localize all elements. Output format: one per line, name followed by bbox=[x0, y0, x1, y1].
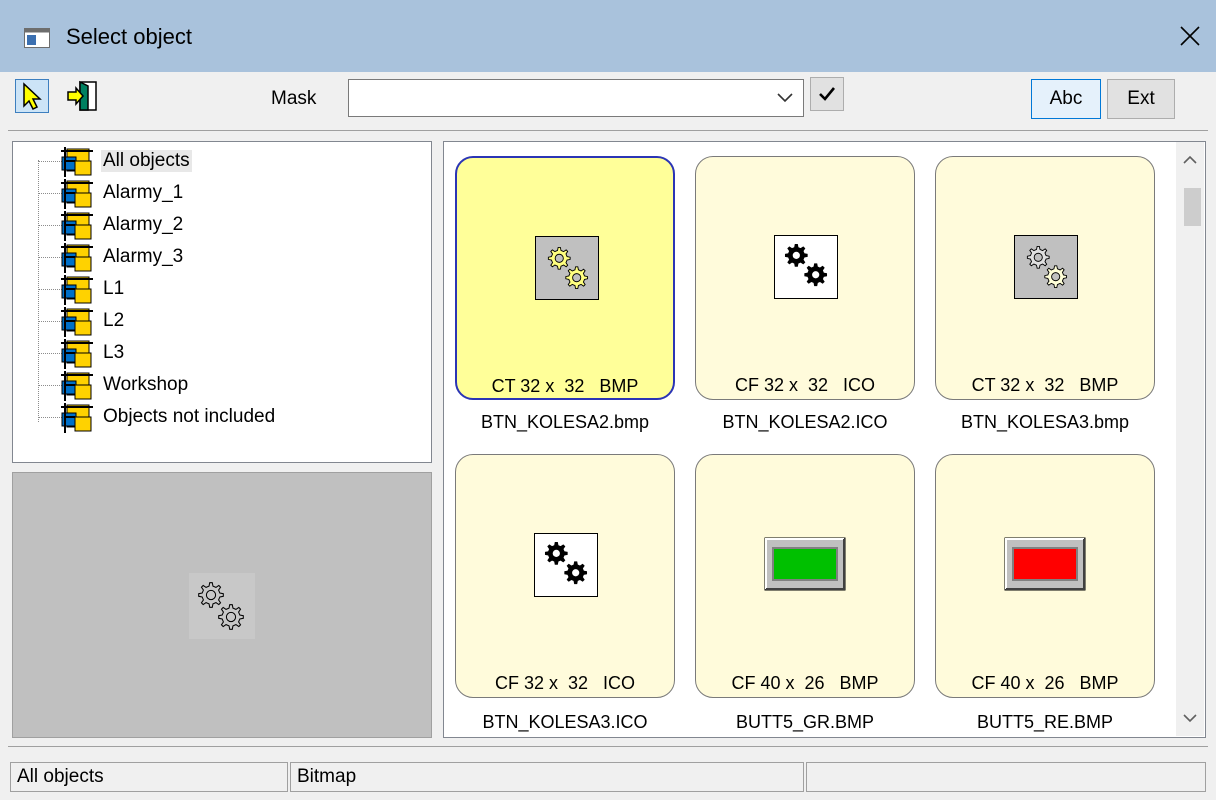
folder-node-icon bbox=[61, 339, 94, 369]
toolbar: Mask Abc Ext bbox=[0, 72, 1216, 128]
tree-item-objects-not-included[interactable]: Objects not included bbox=[13, 402, 413, 433]
folder-node-icon bbox=[61, 179, 94, 209]
folder-node-icon bbox=[61, 243, 94, 273]
tree-item-label: L1 bbox=[103, 278, 125, 299]
scroll-up-icon[interactable] bbox=[1180, 150, 1200, 170]
toolbar-divider bbox=[8, 130, 1208, 131]
tree-item-label: Alarmy_3 bbox=[103, 246, 184, 267]
tile-info: CF 40 x 26 BMP bbox=[731, 673, 879, 693]
chevron-down-icon[interactable] bbox=[775, 90, 795, 106]
category-tree[interactable]: All objects Alarmy_1 Alarmy_2 Alarmy_3 L… bbox=[12, 141, 432, 463]
red-button-icon bbox=[1004, 537, 1086, 591]
tree-item-alarmy-2[interactable]: Alarmy_2 bbox=[13, 210, 413, 241]
enter-tool-button[interactable] bbox=[66, 79, 100, 113]
tile-info: CF 32 x 32 ICO bbox=[734, 375, 876, 395]
tree-item-alarmy-1[interactable]: Alarmy_1 bbox=[13, 178, 413, 209]
window-icon bbox=[24, 28, 50, 48]
arrow-pointer-icon bbox=[23, 82, 42, 111]
mask-input[interactable] bbox=[349, 80, 759, 116]
enter-door-icon bbox=[67, 80, 97, 111]
tile-filename: BTN_KOLESA2.ICO bbox=[722, 412, 888, 432]
tile-info: CT 32 x 32 BMP bbox=[491, 376, 639, 396]
tree-item-label: Objects not included bbox=[103, 406, 276, 427]
scrollbar-thumb[interactable] bbox=[1184, 188, 1201, 226]
tile-filename: BUTT5_RE.BMP bbox=[976, 712, 1114, 732]
status-divider bbox=[8, 746, 1208, 747]
object-tile-btn-kolesa3-ico[interactable]: CF 32 x 32 ICO bbox=[455, 454, 675, 698]
tile-filename: BTN_KOLESA3.ICO bbox=[482, 712, 648, 732]
grid-scrollbar[interactable] bbox=[1176, 142, 1204, 736]
gears-yellow-icon bbox=[535, 236, 599, 300]
title-bar: Select object bbox=[0, 0, 1216, 72]
tree-item-all-objects[interactable]: All objects bbox=[13, 146, 413, 177]
object-tile-butt5-gr[interactable]: CF 40 x 26 BMP bbox=[695, 454, 915, 698]
tile-info: CF 32 x 32 ICO bbox=[494, 673, 636, 693]
gears-icon bbox=[189, 573, 255, 639]
green-button-icon bbox=[764, 537, 846, 591]
folder-node-icon bbox=[61, 307, 94, 337]
status-category: All objects bbox=[10, 762, 288, 792]
object-tile-btn-kolesa2-ico[interactable]: CF 32 x 32 ICO bbox=[695, 156, 915, 400]
gears-black-icon bbox=[774, 235, 838, 299]
tile-filename: BUTT5_GR.BMP bbox=[735, 712, 875, 732]
object-tile-butt5-re[interactable]: CF 40 x 26 BMP bbox=[935, 454, 1155, 698]
object-tile-btn-kolesa3-bmp[interactable]: CT 32 x 32 BMP bbox=[935, 156, 1155, 400]
object-tile-btn-kolesa2-bmp[interactable]: CT 32 x 32 BMP bbox=[455, 156, 675, 400]
tree-item-label: Alarmy_2 bbox=[103, 214, 184, 235]
tree-item-label: L3 bbox=[103, 342, 125, 363]
folder-node-icon bbox=[61, 275, 94, 305]
tree-item-label: Alarmy_1 bbox=[103, 182, 184, 203]
ext-button[interactable]: Ext bbox=[1107, 79, 1175, 119]
tile-info: CT 32 x 32 BMP bbox=[971, 375, 1119, 395]
status-type: Bitmap bbox=[290, 762, 804, 792]
folder-node-icon bbox=[61, 371, 94, 401]
tree-item-label: L2 bbox=[103, 310, 125, 331]
tree-item-l2[interactable]: L2 bbox=[13, 306, 413, 337]
mask-label: Mask bbox=[271, 88, 317, 109]
select-object-dialog: Select object Mask Abc Ext All objects A… bbox=[0, 0, 1216, 800]
folder-node-icon bbox=[61, 403, 94, 433]
tree-item-workshop[interactable]: Workshop bbox=[13, 370, 413, 401]
gears-light-icon bbox=[1014, 235, 1078, 299]
tree-item-label: All objects bbox=[101, 150, 192, 172]
apply-mask-button[interactable] bbox=[810, 77, 844, 111]
object-preview bbox=[12, 472, 432, 738]
tree-item-alarmy-3[interactable]: Alarmy_3 bbox=[13, 242, 413, 273]
select-tool-button[interactable] bbox=[15, 79, 49, 113]
mask-combobox[interactable] bbox=[348, 79, 804, 117]
object-grid[interactable]: CT 32 x 32 BMP BTN_KOLESA2.bmp CF 32 x 3… bbox=[443, 141, 1206, 738]
gears-black-icon bbox=[534, 533, 598, 597]
tree-item-label: Workshop bbox=[103, 374, 189, 395]
close-icon bbox=[1180, 26, 1200, 46]
close-button[interactable] bbox=[1164, 14, 1216, 58]
abc-button[interactable]: Abc bbox=[1031, 79, 1101, 119]
folder-node-icon bbox=[61, 211, 94, 241]
tree-item-l1[interactable]: L1 bbox=[13, 274, 413, 305]
folder-node-icon bbox=[61, 147, 94, 177]
checkmark-icon bbox=[819, 87, 836, 101]
status-bar: All objects Bitmap bbox=[0, 756, 1216, 800]
tile-filename: BTN_KOLESA3.bmp bbox=[960, 412, 1130, 432]
tile-filename: BTN_KOLESA2.bmp bbox=[480, 412, 650, 432]
scroll-down-icon[interactable] bbox=[1180, 708, 1200, 728]
tile-info: CF 40 x 26 BMP bbox=[971, 673, 1119, 693]
tree-item-l3[interactable]: L3 bbox=[13, 338, 413, 369]
status-extra bbox=[806, 762, 1206, 792]
dialog-title: Select object bbox=[66, 24, 192, 49]
